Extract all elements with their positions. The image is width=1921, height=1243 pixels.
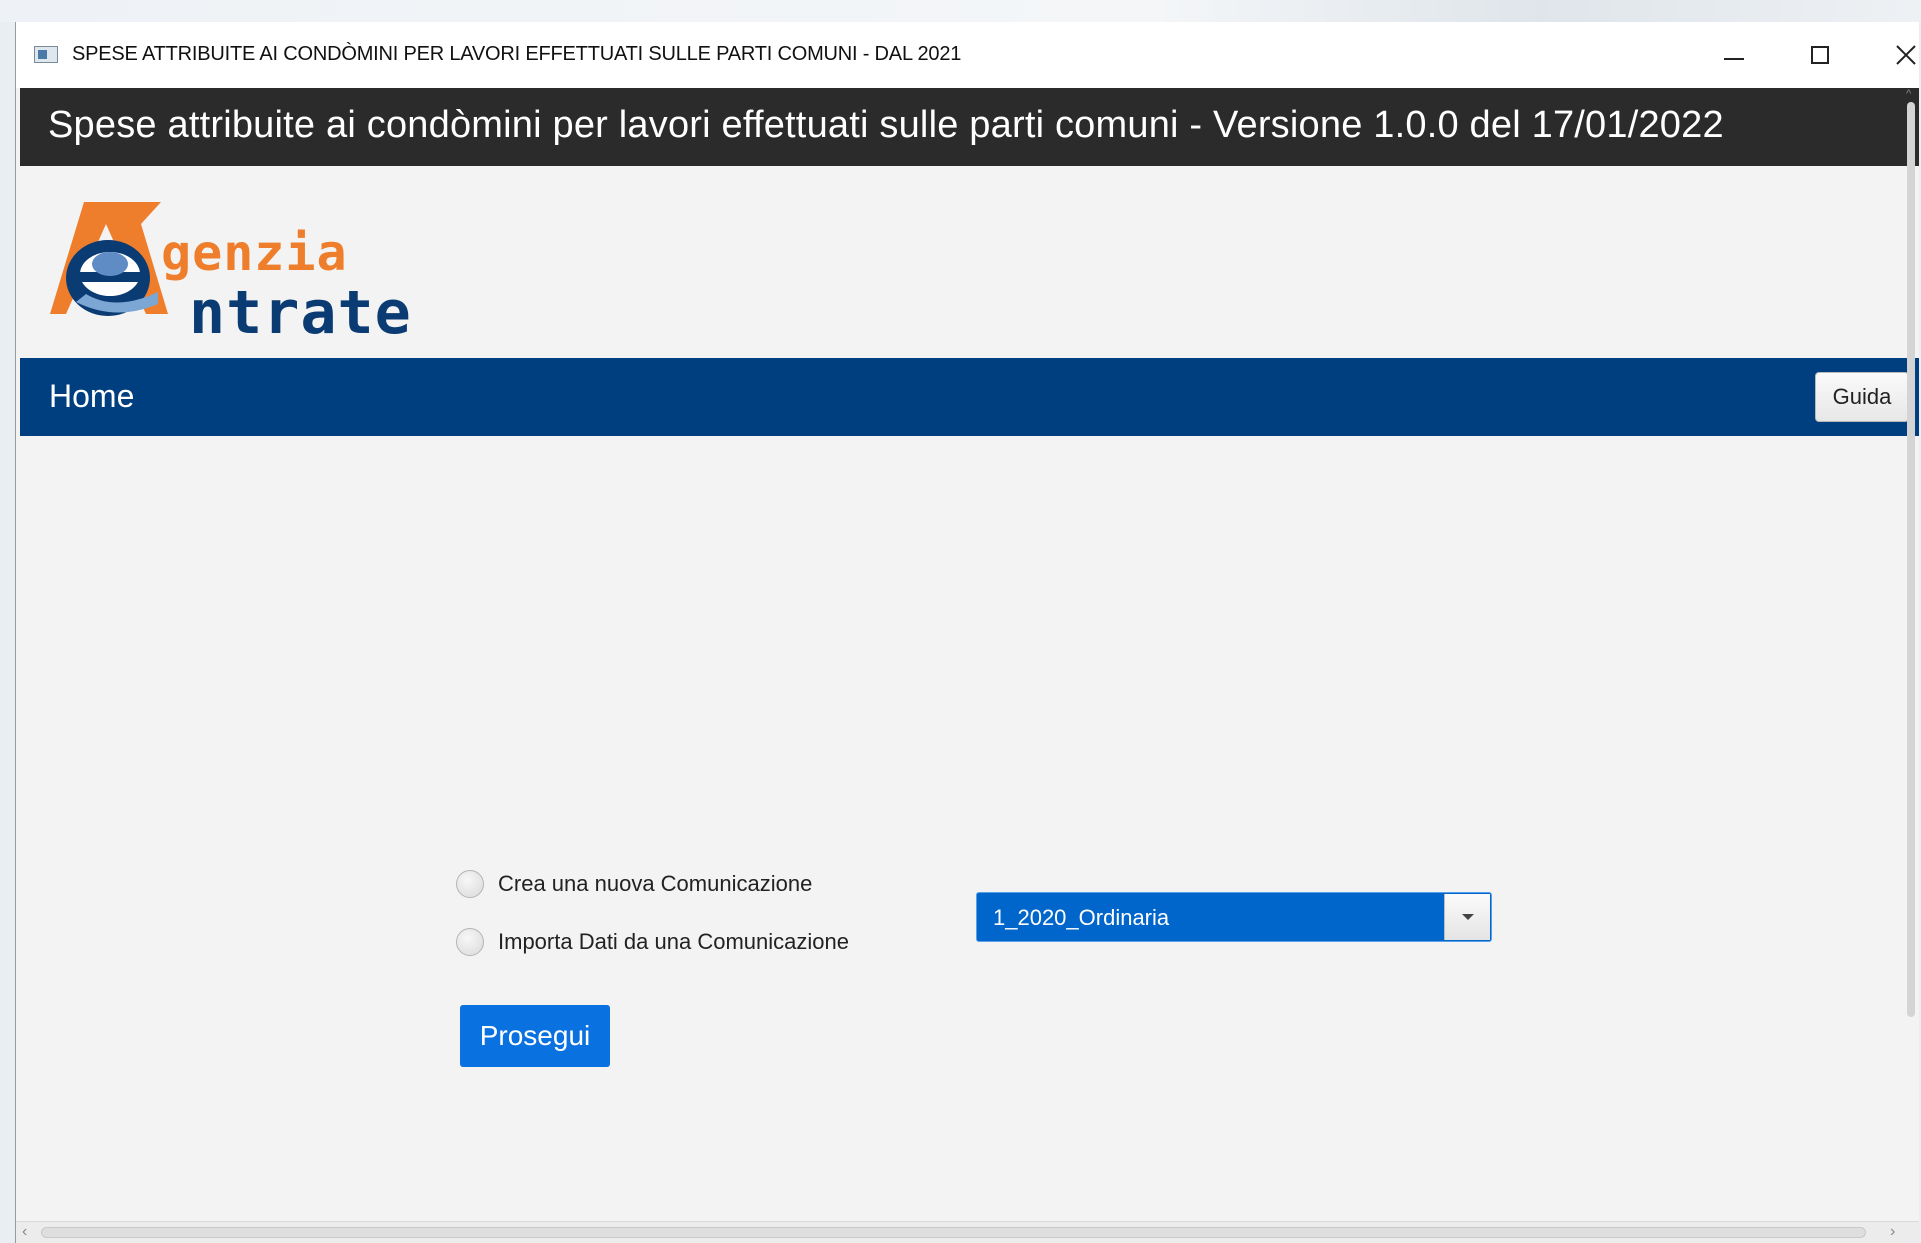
- minimize-button[interactable]: [1691, 22, 1777, 88]
- dropdown-button[interactable]: [1444, 894, 1490, 940]
- selected-communication: 1_2020_Ordinaria: [993, 905, 1170, 930]
- minimize-icon: [1724, 58, 1744, 60]
- app-header: Spese attribuite ai condòmini per lavori…: [20, 88, 1919, 166]
- maximize-button[interactable]: [1777, 22, 1863, 88]
- vertical-scroll-thumb[interactable]: [1907, 102, 1915, 1017]
- radio-import-data[interactable]: [456, 928, 484, 956]
- logo-emblem: [50, 202, 168, 316]
- window-titlebar[interactable]: SPESE ATTRIBUITE AI CONDÒMINI PER LAVORI…: [16, 22, 1919, 88]
- communication-select[interactable]: 1_2020_Ordinaria: [976, 892, 1492, 942]
- logo-text-line2: ntrate: [189, 278, 412, 348]
- guide-button[interactable]: Guida: [1815, 372, 1909, 422]
- agenzia-entrate-logo: genzia ntrate: [46, 192, 456, 348]
- chevron-down-icon: [1461, 914, 1474, 920]
- maximize-icon: [1811, 46, 1829, 64]
- breadcrumb-home: Home: [49, 378, 135, 414]
- app-icon: [34, 46, 58, 63]
- page-title: Spese attribuite ai condòmini per lavori…: [48, 104, 1724, 146]
- app-window: SPESE ATTRIBUITE AI CONDÒMINI PER LAVORI…: [15, 22, 1919, 1243]
- horizontal-scroll-thumb[interactable]: [41, 1227, 1866, 1238]
- proceed-button[interactable]: Prosegui: [460, 1005, 610, 1067]
- vertical-scrollbar[interactable]: ^ v: [1904, 88, 1919, 1243]
- navigation-bar: Home Guida: [20, 358, 1919, 436]
- window-title: SPESE ATTRIBUITE AI CONDÒMINI PER LAVORI…: [72, 43, 962, 65]
- close-icon: [1896, 45, 1916, 65]
- scroll-left-icon[interactable]: ‹: [22, 1223, 27, 1241]
- option-import-label[interactable]: Importa Dati da una Comunicazione: [498, 929, 849, 955]
- option-new-row[interactable]: Crea una nuova Comunicazione: [456, 870, 812, 898]
- scroll-up-icon[interactable]: ^: [1906, 88, 1911, 100]
- logo-text-line1: genzia: [161, 224, 348, 282]
- desktop-background: [0, 0, 1921, 22]
- option-import-row[interactable]: Importa Dati da una Comunicazione: [456, 928, 849, 956]
- scroll-right-icon[interactable]: ›: [1890, 1223, 1895, 1241]
- option-new-label[interactable]: Crea una nuova Comunicazione: [498, 871, 812, 897]
- radio-new-communication[interactable]: [456, 870, 484, 898]
- close-button[interactable]: [1863, 22, 1919, 88]
- horizontal-scrollbar[interactable]: ‹ ›: [16, 1221, 1919, 1243]
